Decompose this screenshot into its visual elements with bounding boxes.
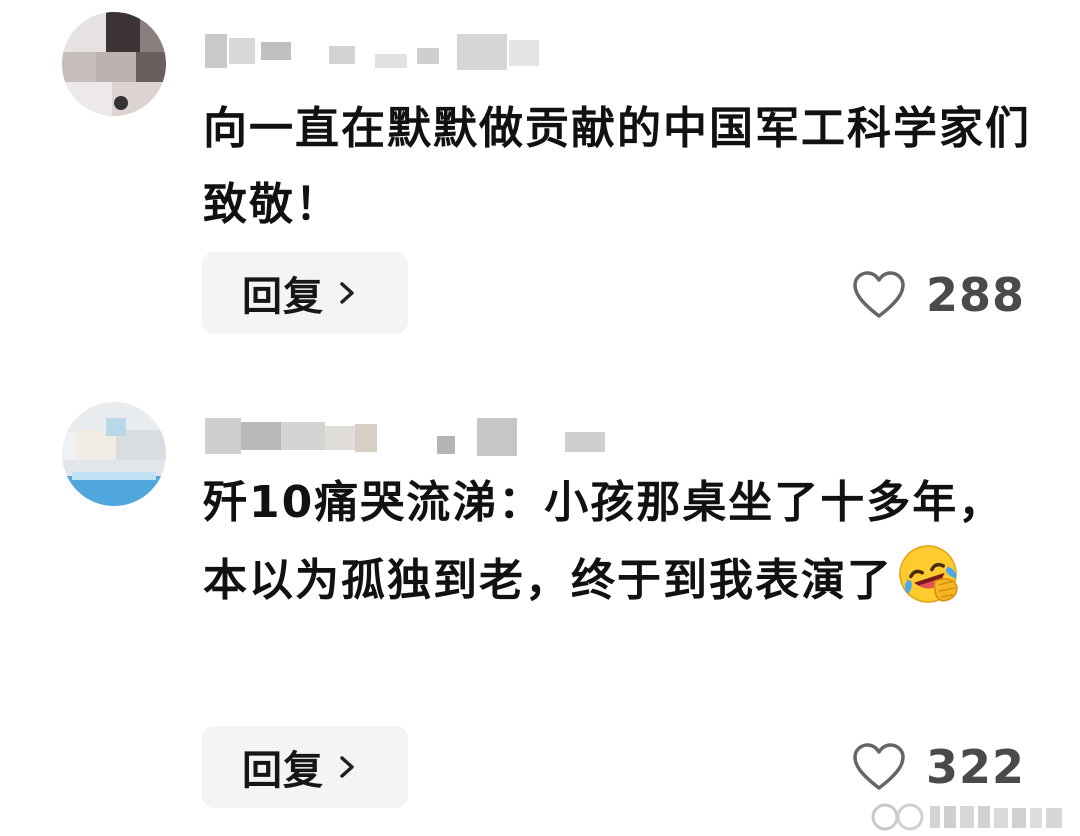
reply-label: 回复 xyxy=(242,748,324,794)
heart-outline-icon xyxy=(853,743,905,790)
like-count: 322 xyxy=(926,740,1026,794)
comment-item: 歼10痛哭流涕：小孩那桌坐了十多年，本以为孤独到老，终于到我表演了 回复 322 xyxy=(0,380,1080,836)
rolling-on-floor-laughing-emoji xyxy=(899,545,958,603)
like-count: 288 xyxy=(926,268,1026,322)
heart-outline-icon xyxy=(853,271,905,318)
like-button[interactable]: 322 xyxy=(852,732,1025,802)
avatar[interactable] xyxy=(62,12,166,116)
like-button[interactable]: 288 xyxy=(852,260,1025,330)
username-blurred[interactable] xyxy=(205,28,545,72)
comment-item: 向一直在默默做贡献的中国军工科学家们致敬！ 回复 288 xyxy=(0,0,1080,360)
watermark xyxy=(871,803,1062,831)
chevron-right-icon xyxy=(340,282,354,304)
comment-text: 向一直在默默做贡献的中国军工科学家们致敬！ xyxy=(203,103,1031,230)
reply-button[interactable]: 回复 xyxy=(202,252,408,334)
reply-button[interactable]: 回复 xyxy=(202,726,408,808)
comment-text: 歼10痛哭流涕：小孩那桌坐了十多年，本以为孤独到老，终于到我表演了 xyxy=(203,465,1033,619)
username-blurred[interactable] xyxy=(205,414,605,458)
chevron-right-icon xyxy=(340,756,354,778)
comment-text-content: 歼10痛哭流涕：小孩那桌坐了十多年，本以为孤独到老，终于到我表演了 xyxy=(203,477,1005,606)
avatar[interactable] xyxy=(62,402,166,506)
reply-label: 回复 xyxy=(242,274,324,320)
